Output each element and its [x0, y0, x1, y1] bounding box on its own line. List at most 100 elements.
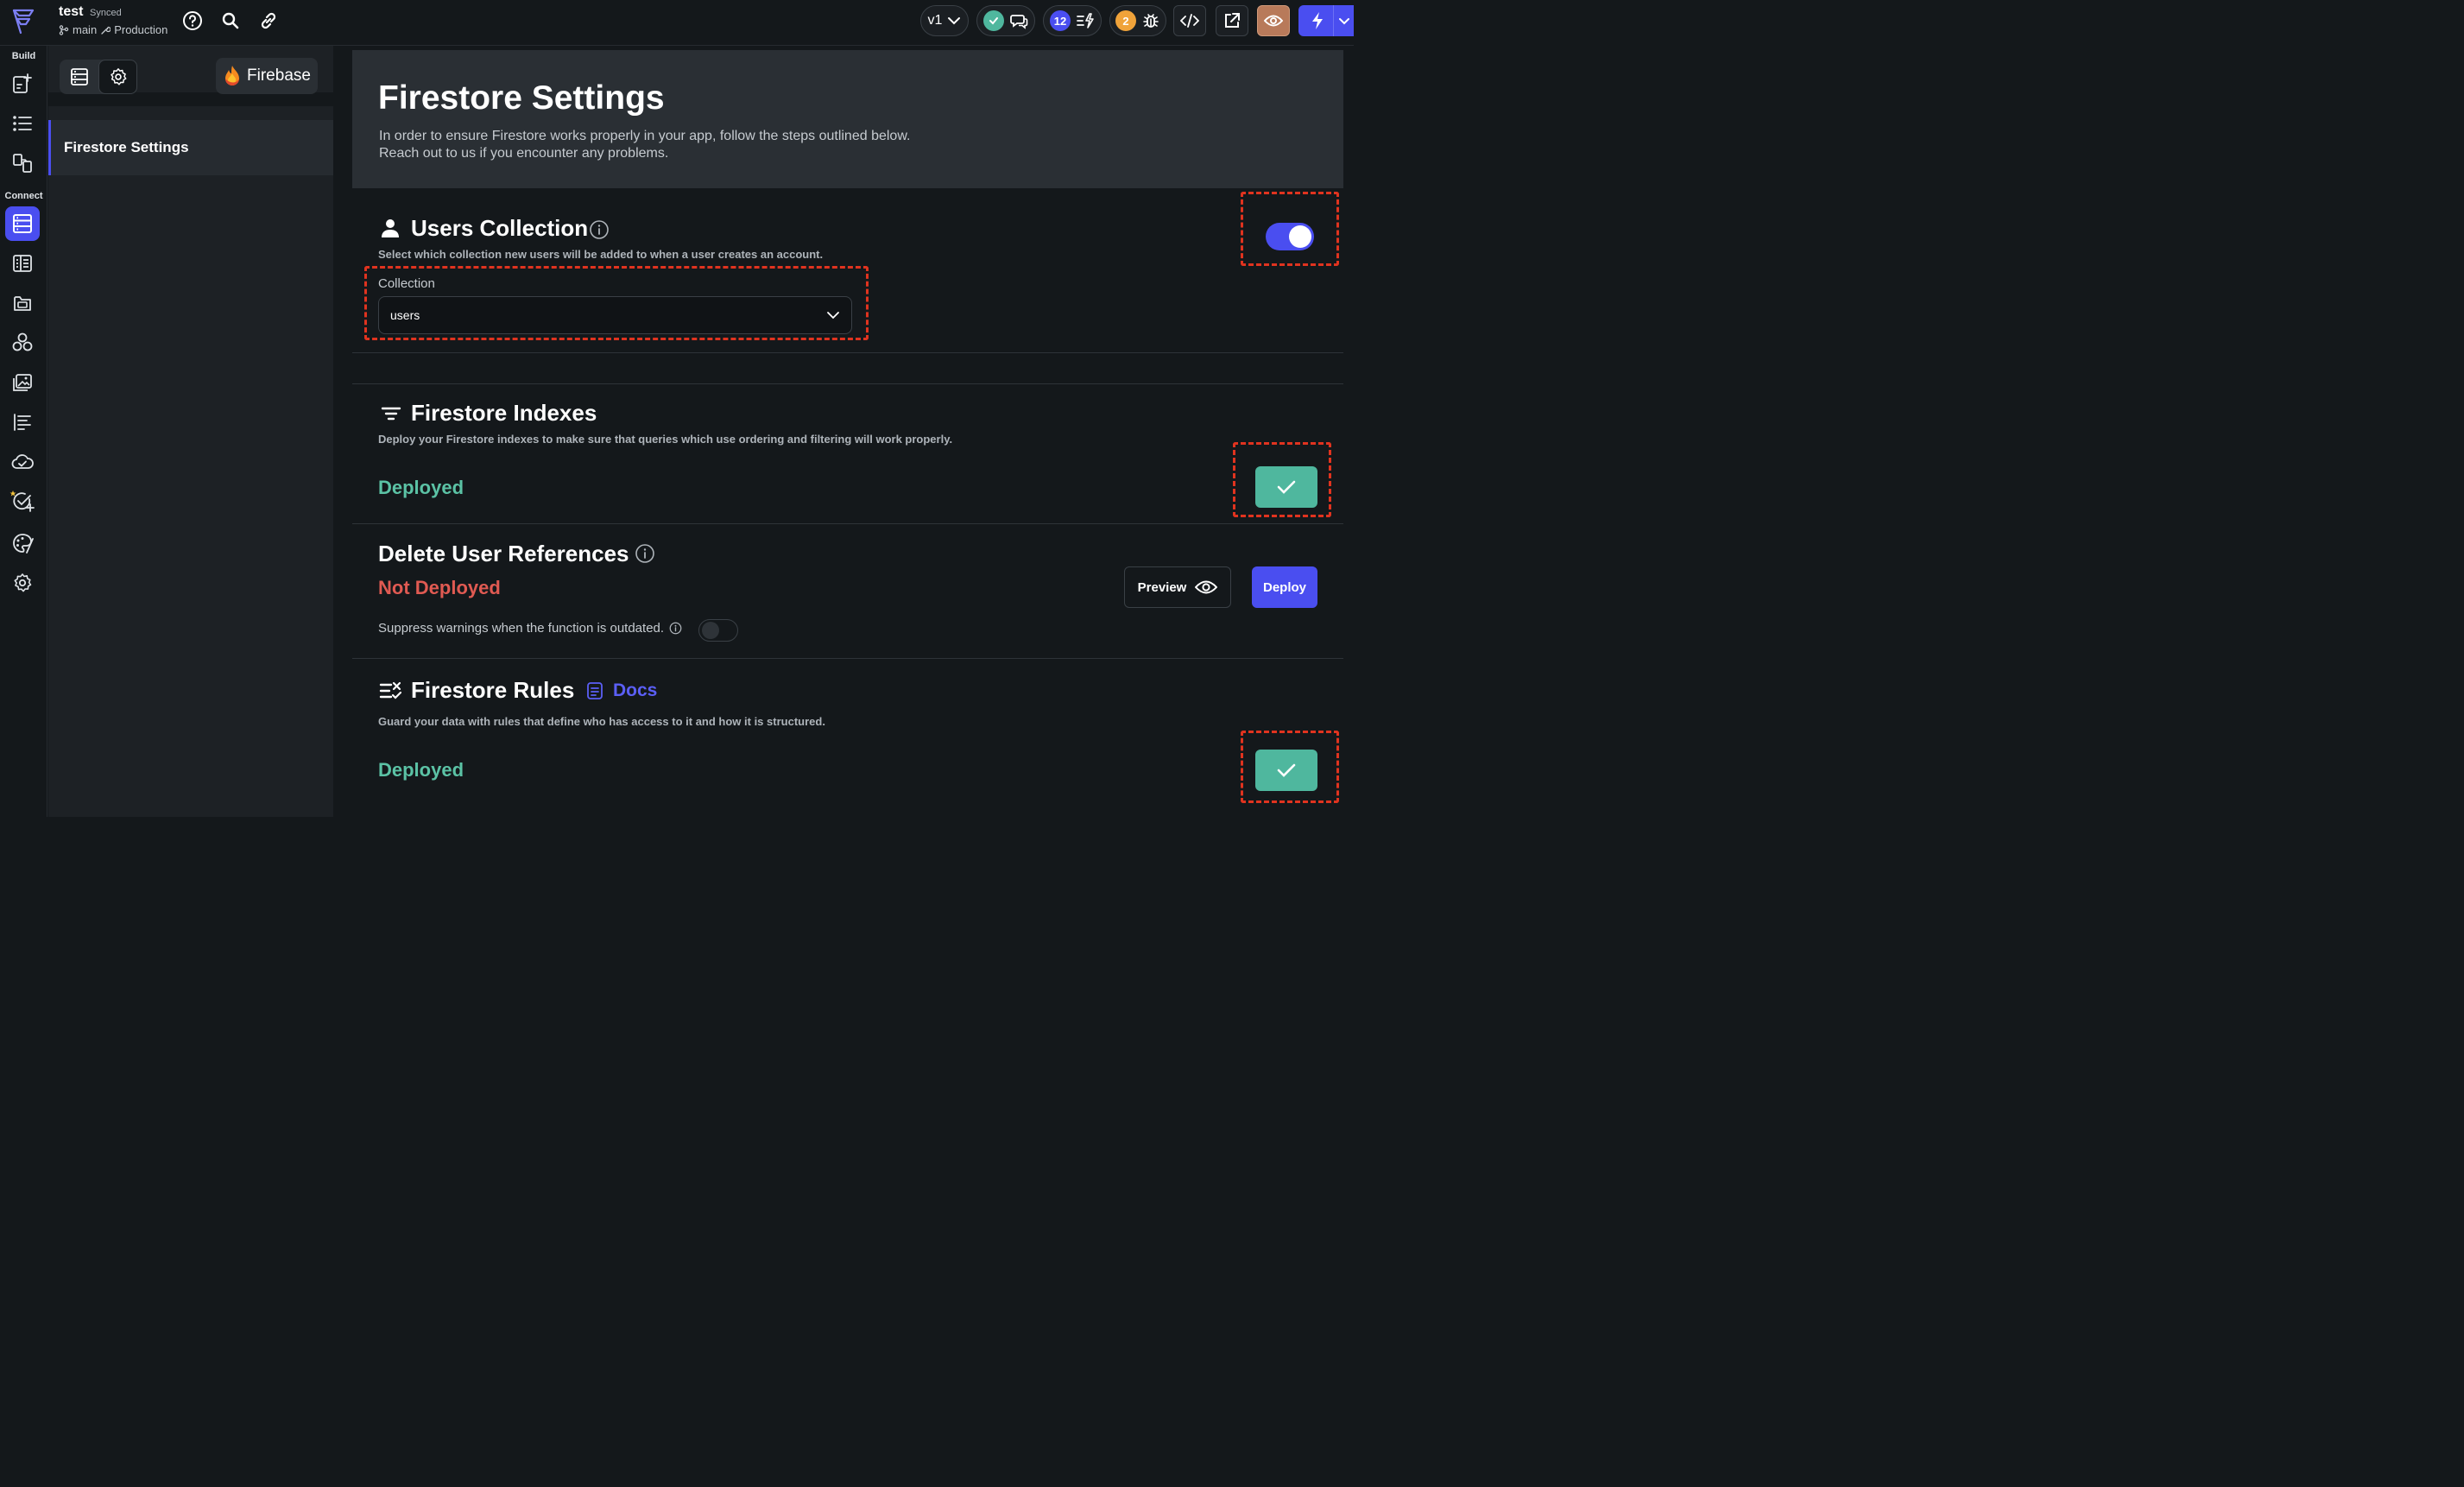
nav-storage[interactable]: [5, 286, 40, 320]
issue-count-badge: 2: [1115, 10, 1136, 31]
left-navigation: Build Connect: [0, 46, 47, 817]
help-icon[interactable]: [180, 9, 205, 33]
main-content: Firestore Settings In order to ensure Fi…: [352, 50, 1343, 817]
open-external-button[interactable]: [1216, 5, 1248, 36]
status-comments-button[interactable]: [976, 5, 1035, 36]
person-icon: [380, 218, 401, 238]
collection-dropdown[interactable]: users: [378, 296, 852, 334]
hexagons-icon: [11, 332, 34, 354]
lightning-icon: [1311, 11, 1324, 30]
nav-storyboard[interactable]: [5, 146, 40, 180]
gear-icon: [12, 573, 33, 593]
image-icon: [12, 372, 33, 393]
version-selector[interactable]: v1: [920, 5, 969, 36]
delete-user-references-status: Not Deployed: [378, 577, 501, 598]
version-label: v1: [927, 13, 943, 28]
data-view-button[interactable]: [60, 60, 98, 94]
toggle-knob: [702, 622, 719, 639]
users-collection-toggle[interactable]: [1266, 223, 1314, 250]
panel-toolbar: Firebase: [48, 46, 333, 106]
toggle-knob: [1289, 225, 1311, 248]
firebase-flame-icon: [223, 65, 242, 87]
suppress-warnings-toggle[interactable]: [698, 619, 738, 642]
nav-media-assets[interactable]: [5, 365, 40, 400]
comments-icon: [1009, 11, 1028, 30]
firestore-rules-section: Firestore Rules Docs Guard your data wit…: [352, 659, 1343, 817]
firebase-panel: Firebase Firestore Settings: [48, 46, 333, 817]
page-title: Firestore Settings: [378, 79, 665, 117]
search-icon[interactable]: [218, 9, 243, 33]
external-link-icon: [1223, 11, 1241, 30]
palette-icon: [11, 532, 34, 554]
settings-view-button[interactable]: [98, 60, 137, 94]
collection-selected-value: users: [390, 308, 420, 322]
deploy-indexes-button[interactable]: [1255, 466, 1317, 508]
collection-field-label: Collection: [378, 276, 435, 291]
suppress-warnings-label: Suppress warnings when the function is o…: [378, 621, 665, 636]
preview-function-button[interactable]: Preview: [1124, 566, 1231, 608]
nav-integrations[interactable]: [5, 326, 40, 360]
nav-testing[interactable]: [5, 484, 40, 519]
chevron-down-icon[interactable]: [1339, 16, 1349, 25]
info-icon[interactable]: [635, 543, 655, 564]
nav-app-values[interactable]: [5, 405, 40, 440]
nav-firestore[interactable]: [5, 206, 40, 241]
info-icon[interactable]: [589, 219, 610, 240]
firebase-button[interactable]: Firebase: [216, 58, 318, 94]
deploy-rules-button[interactable]: [1255, 750, 1317, 791]
list-icon: [11, 114, 34, 133]
pages-icon: [11, 152, 34, 174]
page-subtitle: In order to ensure Firestore works prope…: [379, 128, 1070, 162]
add-page-icon: [11, 73, 34, 95]
panel-item-firestore-settings[interactable]: Firestore Settings: [48, 120, 333, 175]
suppress-warnings-row: Suppress warnings when the function is o…: [378, 621, 682, 636]
panel-view-toggle: [60, 60, 137, 94]
page-subtitle-line2: Reach out to us if you encounter any pro…: [379, 146, 669, 161]
code-view-button[interactable]: [1173, 5, 1206, 36]
delete-user-references-section: Delete User References Not Deployed Supp…: [352, 524, 1343, 659]
text-lines-icon: [12, 412, 33, 433]
users-collection-description: Select which collection new users will b…: [378, 248, 824, 261]
nav-cloud-functions[interactable]: [5, 445, 40, 479]
eye-icon: [1264, 14, 1283, 28]
notification-count-badge: 12: [1050, 10, 1071, 31]
environment-name: Production: [114, 23, 168, 36]
nav-schema[interactable]: [5, 246, 40, 281]
filter-lines-icon: [381, 405, 401, 422]
chevron-down-icon: [947, 16, 961, 26]
notifications-button[interactable]: 12: [1043, 5, 1102, 36]
users-collection-title: Users Collection: [411, 215, 589, 241]
branch-name: main: [73, 23, 98, 36]
run-button[interactable]: [1298, 5, 1354, 36]
lightning-list-icon: [1076, 11, 1095, 30]
issues-button[interactable]: 2: [1109, 5, 1166, 36]
branch-icon: [59, 24, 69, 35]
nav-widget-tree[interactable]: [5, 106, 40, 141]
nav-add-widget[interactable]: [5, 66, 40, 101]
link-icon[interactable]: [256, 9, 281, 33]
bug-icon: [1141, 11, 1160, 30]
firestore-indexes-status: Deployed: [378, 477, 464, 498]
project-name[interactable]: test: [59, 4, 83, 20]
preview-mode-button[interactable]: [1257, 5, 1290, 36]
folder-icon: [12, 293, 33, 313]
firestore-indexes-title: Firestore Indexes: [411, 400, 597, 426]
section-spacer: [352, 353, 1343, 384]
page-subtitle-line1: In order to ensure Firestore works prope…: [379, 129, 911, 143]
check-circle-icon: [983, 10, 1004, 31]
star-check-icon: [9, 489, 35, 515]
nav-theme[interactable]: [5, 526, 40, 560]
info-icon[interactable]: [669, 622, 682, 635]
docs-link-label: Docs: [613, 680, 658, 700]
branch-info[interactable]: main Production: [59, 23, 167, 36]
code-icon: [1180, 13, 1199, 28]
gear-icon: [109, 67, 128, 86]
firestore-rules-title: Firestore Rules: [411, 677, 575, 703]
delete-user-references-title: Delete User References: [378, 541, 629, 566]
deploy-function-button[interactable]: Deploy: [1252, 566, 1317, 608]
table-icon: [70, 67, 89, 86]
nav-settings[interactable]: [5, 566, 40, 600]
flutterflow-logo-icon[interactable]: [9, 7, 36, 36]
docs-link[interactable]: Docs: [585, 680, 657, 701]
cloud-check-icon: [11, 452, 34, 471]
